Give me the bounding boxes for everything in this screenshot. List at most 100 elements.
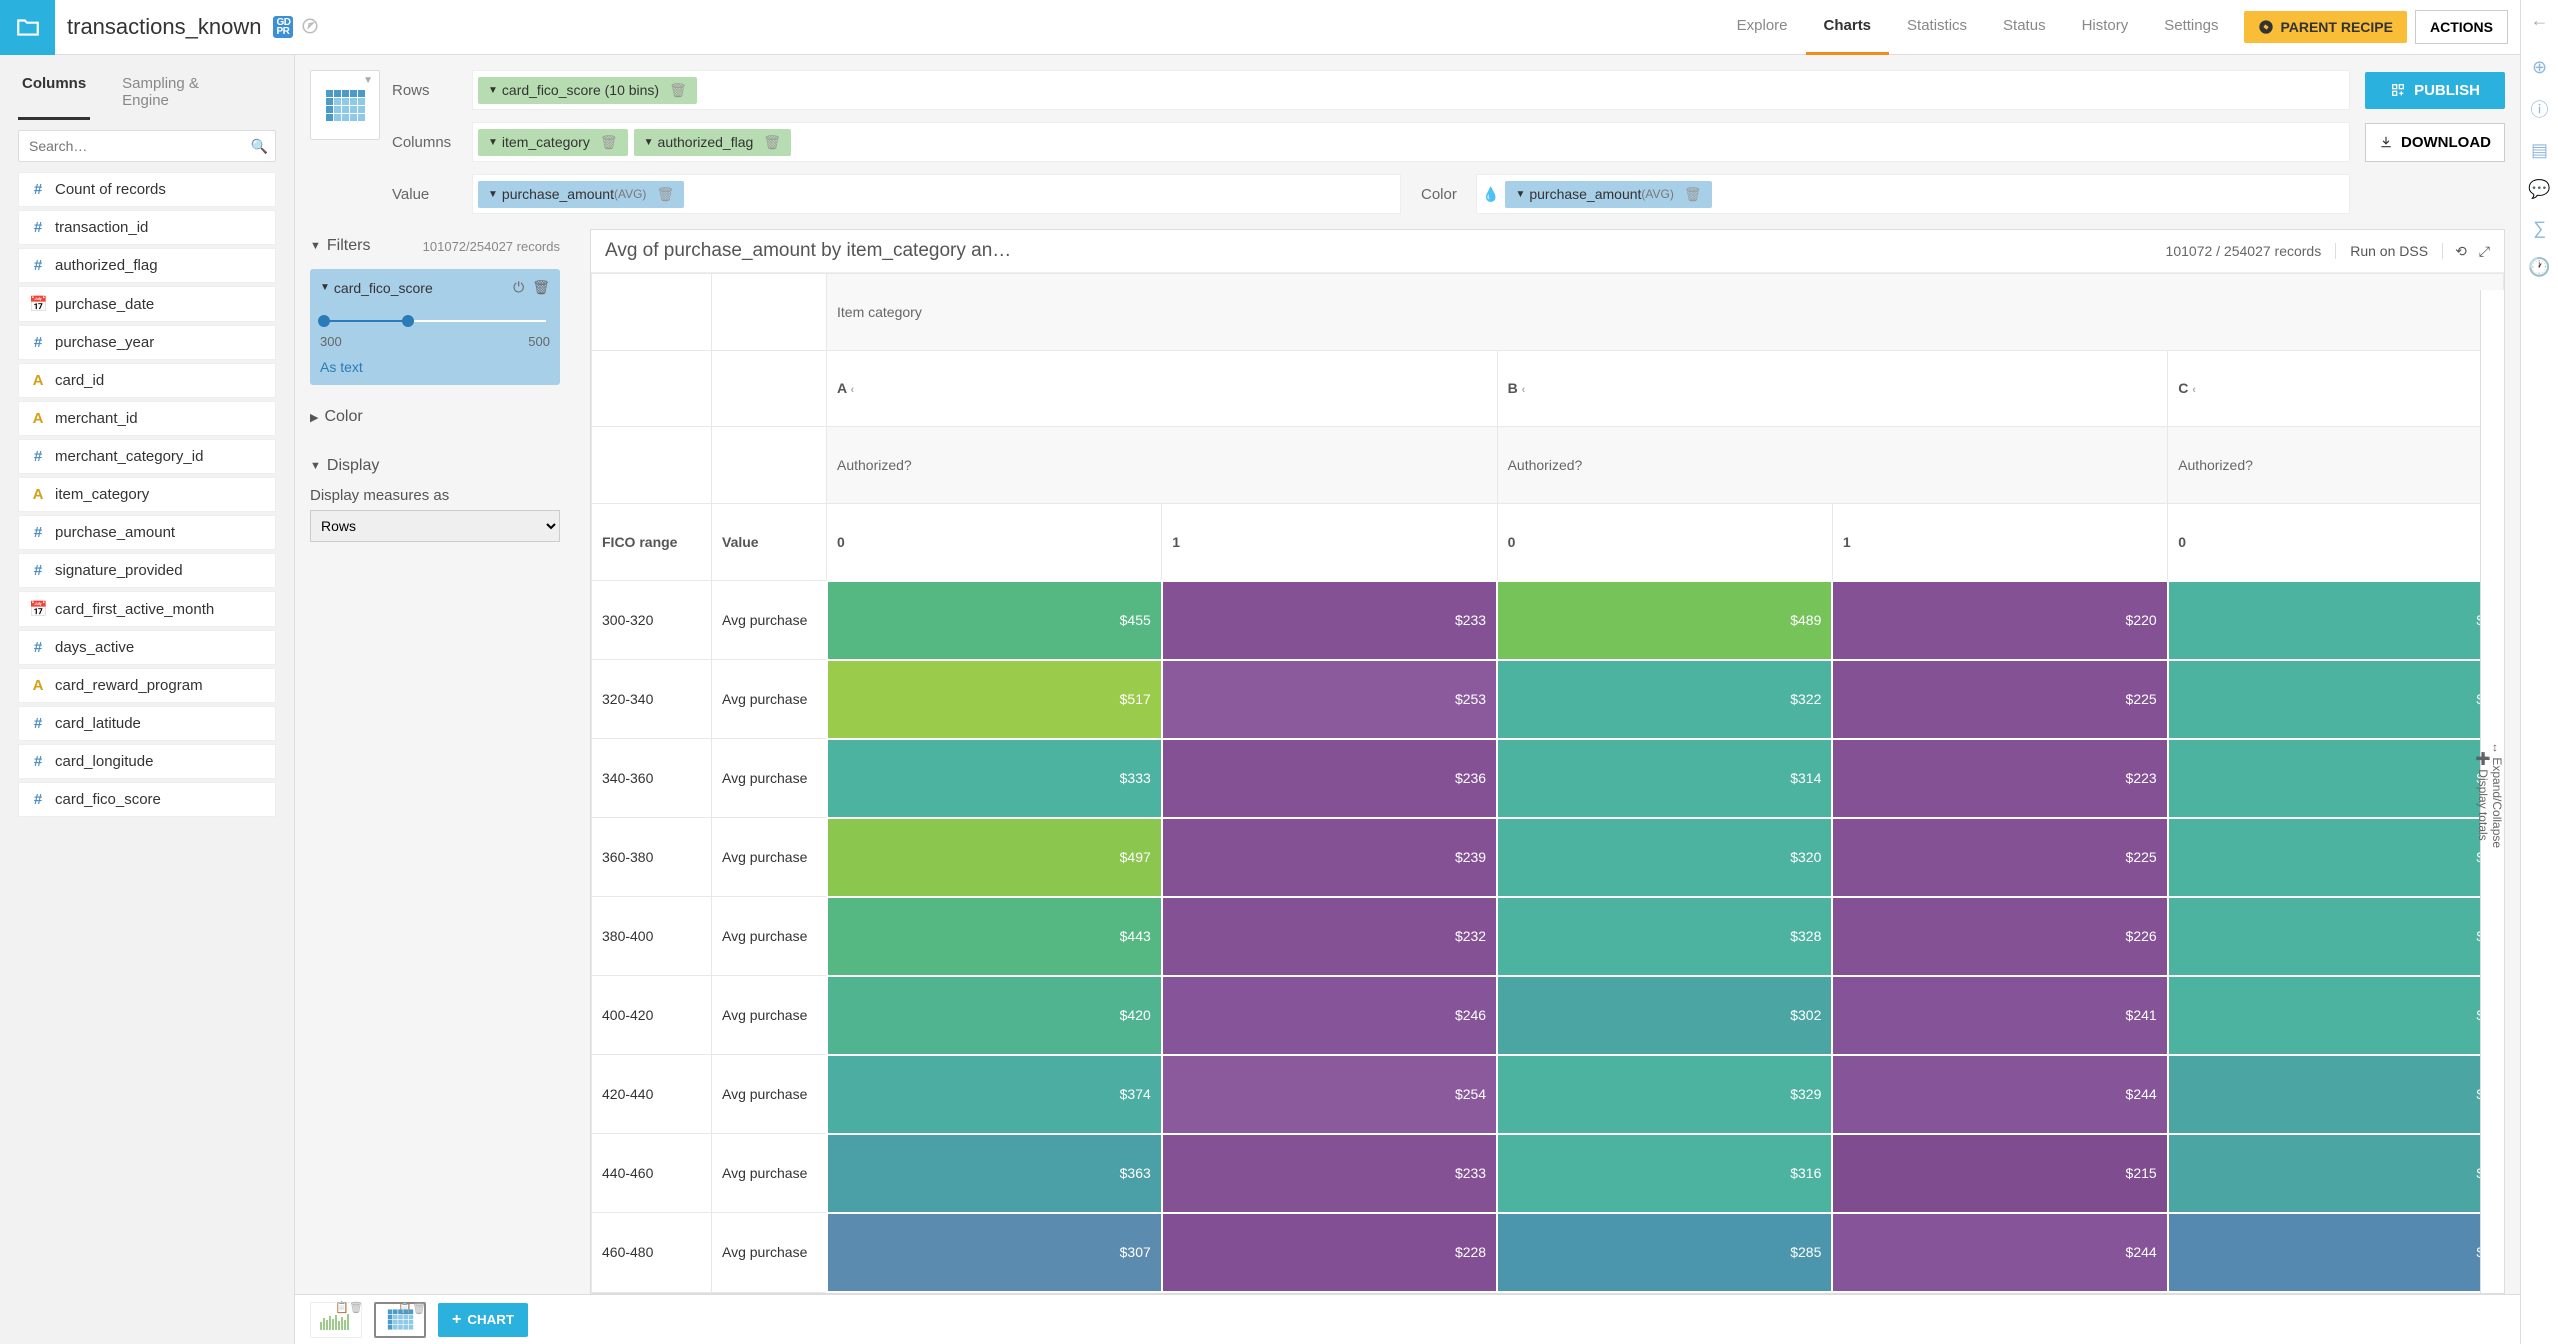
num-type-icon: #: [29, 715, 47, 732]
comment-icon[interactable]: 💬: [2528, 179, 2550, 200]
filters-header[interactable]: ▼Filters 101072/254027 records: [310, 229, 560, 263]
filter-record-count: 101072/254027 records: [423, 239, 560, 254]
value-drop-zone[interactable]: ▼purchase_amount (AVG)🗑: [472, 174, 1401, 214]
tab-statistics[interactable]: Statistics: [1889, 0, 1985, 55]
chip-delete-icon[interactable]: 🗑: [669, 82, 687, 99]
info-circle-icon[interactable]: ⓘ: [2531, 96, 2549, 122]
color-drop-zone[interactable]: 💧 ▼purchase_amount (AVG)🗑: [1476, 174, 2350, 214]
column-name: transaction_id: [55, 219, 148, 236]
num-type-icon: #: [29, 219, 47, 236]
column-name: card_reward_program: [55, 677, 203, 694]
run-on-label[interactable]: Run on DSS: [2335, 243, 2443, 259]
txt-type-icon: A: [29, 486, 47, 503]
chip-delete-icon[interactable]: 🗑: [656, 186, 674, 203]
num-type-icon: #: [29, 562, 47, 579]
tab-settings[interactable]: Settings: [2146, 0, 2236, 55]
chip-delete-icon[interactable]: 🗑: [1684, 186, 1702, 203]
add-circle-icon[interactable]: ⊕: [2532, 57, 2547, 78]
txt-type-icon: A: [29, 677, 47, 694]
display-totals-label: Display totals: [2476, 769, 2490, 840]
slider-min: 300: [320, 334, 342, 349]
column-item[interactable]: Acard_reward_program: [18, 668, 276, 703]
column-name: card_id: [55, 372, 104, 389]
chart-thumb-pivot[interactable]: 📋🗑: [374, 1302, 426, 1338]
display-measures-select[interactable]: Rows: [310, 510, 560, 542]
add-chart-button[interactable]: +CHART: [438, 1303, 528, 1337]
chip-delete-icon[interactable]: 🗑: [600, 134, 618, 151]
chip-card_fico_score[interactable]: ▼card_fico_score (10 bins)🗑: [478, 77, 697, 104]
column-name: merchant_id: [55, 410, 138, 427]
dataset-name: transactions_known: [55, 14, 273, 40]
column-item[interactable]: #merchant_category_id: [18, 439, 276, 474]
chart-thumb-bar[interactable]: 📋🗑: [310, 1302, 362, 1338]
refresh-icon[interactable]: ⟲: [2455, 243, 2467, 260]
expand-collapse-toggle[interactable]: ↔: [2490, 742, 2504, 754]
droplet-icon: 💧: [1482, 186, 1499, 203]
chip-purchase_amount[interactable]: ▼purchase_amount (AVG)🗑: [1505, 181, 1711, 208]
column-item[interactable]: #signature_provided: [18, 553, 276, 588]
num-type-icon: #: [29, 334, 47, 351]
num-type-icon: #: [29, 753, 47, 770]
compass-icon[interactable]: [301, 17, 319, 38]
tab-status[interactable]: Status: [1985, 0, 2064, 55]
num-type-icon: #: [29, 524, 47, 541]
publish-button[interactable]: PUBLISH: [2365, 72, 2505, 109]
column-item[interactable]: #authorized_flag: [18, 248, 276, 283]
stack-icon[interactable]: ▤: [2531, 140, 2548, 161]
tab-charts[interactable]: Charts: [1806, 0, 1890, 55]
thumb-options-icon[interactable]: 📋🗑: [335, 1301, 363, 1314]
columns-drop-zone[interactable]: ▼item_category🗑▼authorized_flag🗑: [472, 122, 2350, 162]
display-section-header[interactable]: ▼Display: [310, 449, 560, 483]
column-name: purchase_year: [55, 334, 154, 351]
column-item[interactable]: Aitem_category: [18, 477, 276, 512]
txt-type-icon: A: [29, 410, 47, 427]
date-type-icon: 📅: [29, 600, 47, 618]
column-item[interactable]: Amerchant_id: [18, 401, 276, 436]
range-slider[interactable]: [324, 310, 546, 330]
slider-max: 500: [528, 334, 550, 349]
chip-authorized_flag[interactable]: ▼authorized_flag🗑: [634, 129, 791, 156]
chip-delete-icon[interactable]: 🗑: [763, 134, 781, 151]
dataset-folder-icon[interactable]: [0, 0, 55, 55]
tab-history[interactable]: History: [2064, 0, 2147, 55]
rows-drop-zone[interactable]: ▼card_fico_score (10 bins)🗑: [472, 70, 2350, 110]
column-name: days_active: [55, 639, 134, 656]
parent-recipe-button[interactable]: PARENT RECIPE: [2244, 11, 2407, 43]
column-item[interactable]: Acard_id: [18, 363, 276, 398]
add-chart-label: CHART: [467, 1312, 514, 1327]
collapse-panel-icon[interactable]: ←: [2531, 10, 2549, 31]
column-search-input[interactable]: [18, 130, 276, 162]
column-item[interactable]: #card_fico_score: [18, 782, 276, 817]
left-tab-columns[interactable]: Columns: [18, 67, 90, 120]
column-item[interactable]: #purchase_amount: [18, 515, 276, 550]
column-name: card_longitude: [55, 753, 153, 770]
column-name: item_category: [55, 486, 149, 503]
gdpr-badge: GD PR: [273, 16, 293, 38]
tab-explore[interactable]: Explore: [1719, 0, 1806, 55]
left-tab-sampling-engine[interactable]: Sampling & Engine: [118, 67, 248, 120]
filter-power-icon[interactable]: ⏻: [513, 279, 524, 296]
num-type-icon: #: [29, 181, 47, 198]
download-button[interactable]: DOWNLOAD: [2365, 123, 2505, 162]
record-count: 101072 / 254027 records: [2166, 243, 2322, 259]
column-item[interactable]: # transaction_id: [18, 210, 276, 245]
filter-delete-icon[interactable]: 🗑: [532, 279, 550, 296]
column-item[interactable]: 📅card_first_active_month: [18, 591, 276, 627]
display-totals-toggle[interactable]: ➕: [2476, 751, 2490, 766]
column-item[interactable]: #days_active: [18, 630, 276, 665]
chart-type-selector[interactable]: ▼: [310, 70, 380, 140]
math-icon[interactable]: ∑: [2533, 218, 2546, 239]
column-item[interactable]: # card_longitude: [18, 744, 276, 779]
clock-icon[interactable]: 🕐: [2528, 257, 2550, 278]
chip-item_category[interactable]: ▼item_category🗑: [478, 129, 628, 156]
actions-button[interactable]: ACTIONS: [2415, 10, 2508, 44]
column-item[interactable]: #card_latitude: [18, 706, 276, 741]
column-item[interactable]: 📅purchase_date: [18, 286, 276, 322]
chip-purchase_amount[interactable]: ▼purchase_amount (AVG)🗑: [478, 181, 684, 208]
column-item[interactable]: #Count of records: [18, 172, 276, 207]
filter-as-text-link[interactable]: As text: [320, 359, 550, 375]
color-section-header[interactable]: ▶Color: [310, 400, 560, 434]
column-item[interactable]: # purchase_year: [18, 325, 276, 360]
expand-collapse-label: Expand/Collapse: [2490, 758, 2504, 849]
expand-icon[interactable]: ⤢: [2479, 243, 2490, 260]
